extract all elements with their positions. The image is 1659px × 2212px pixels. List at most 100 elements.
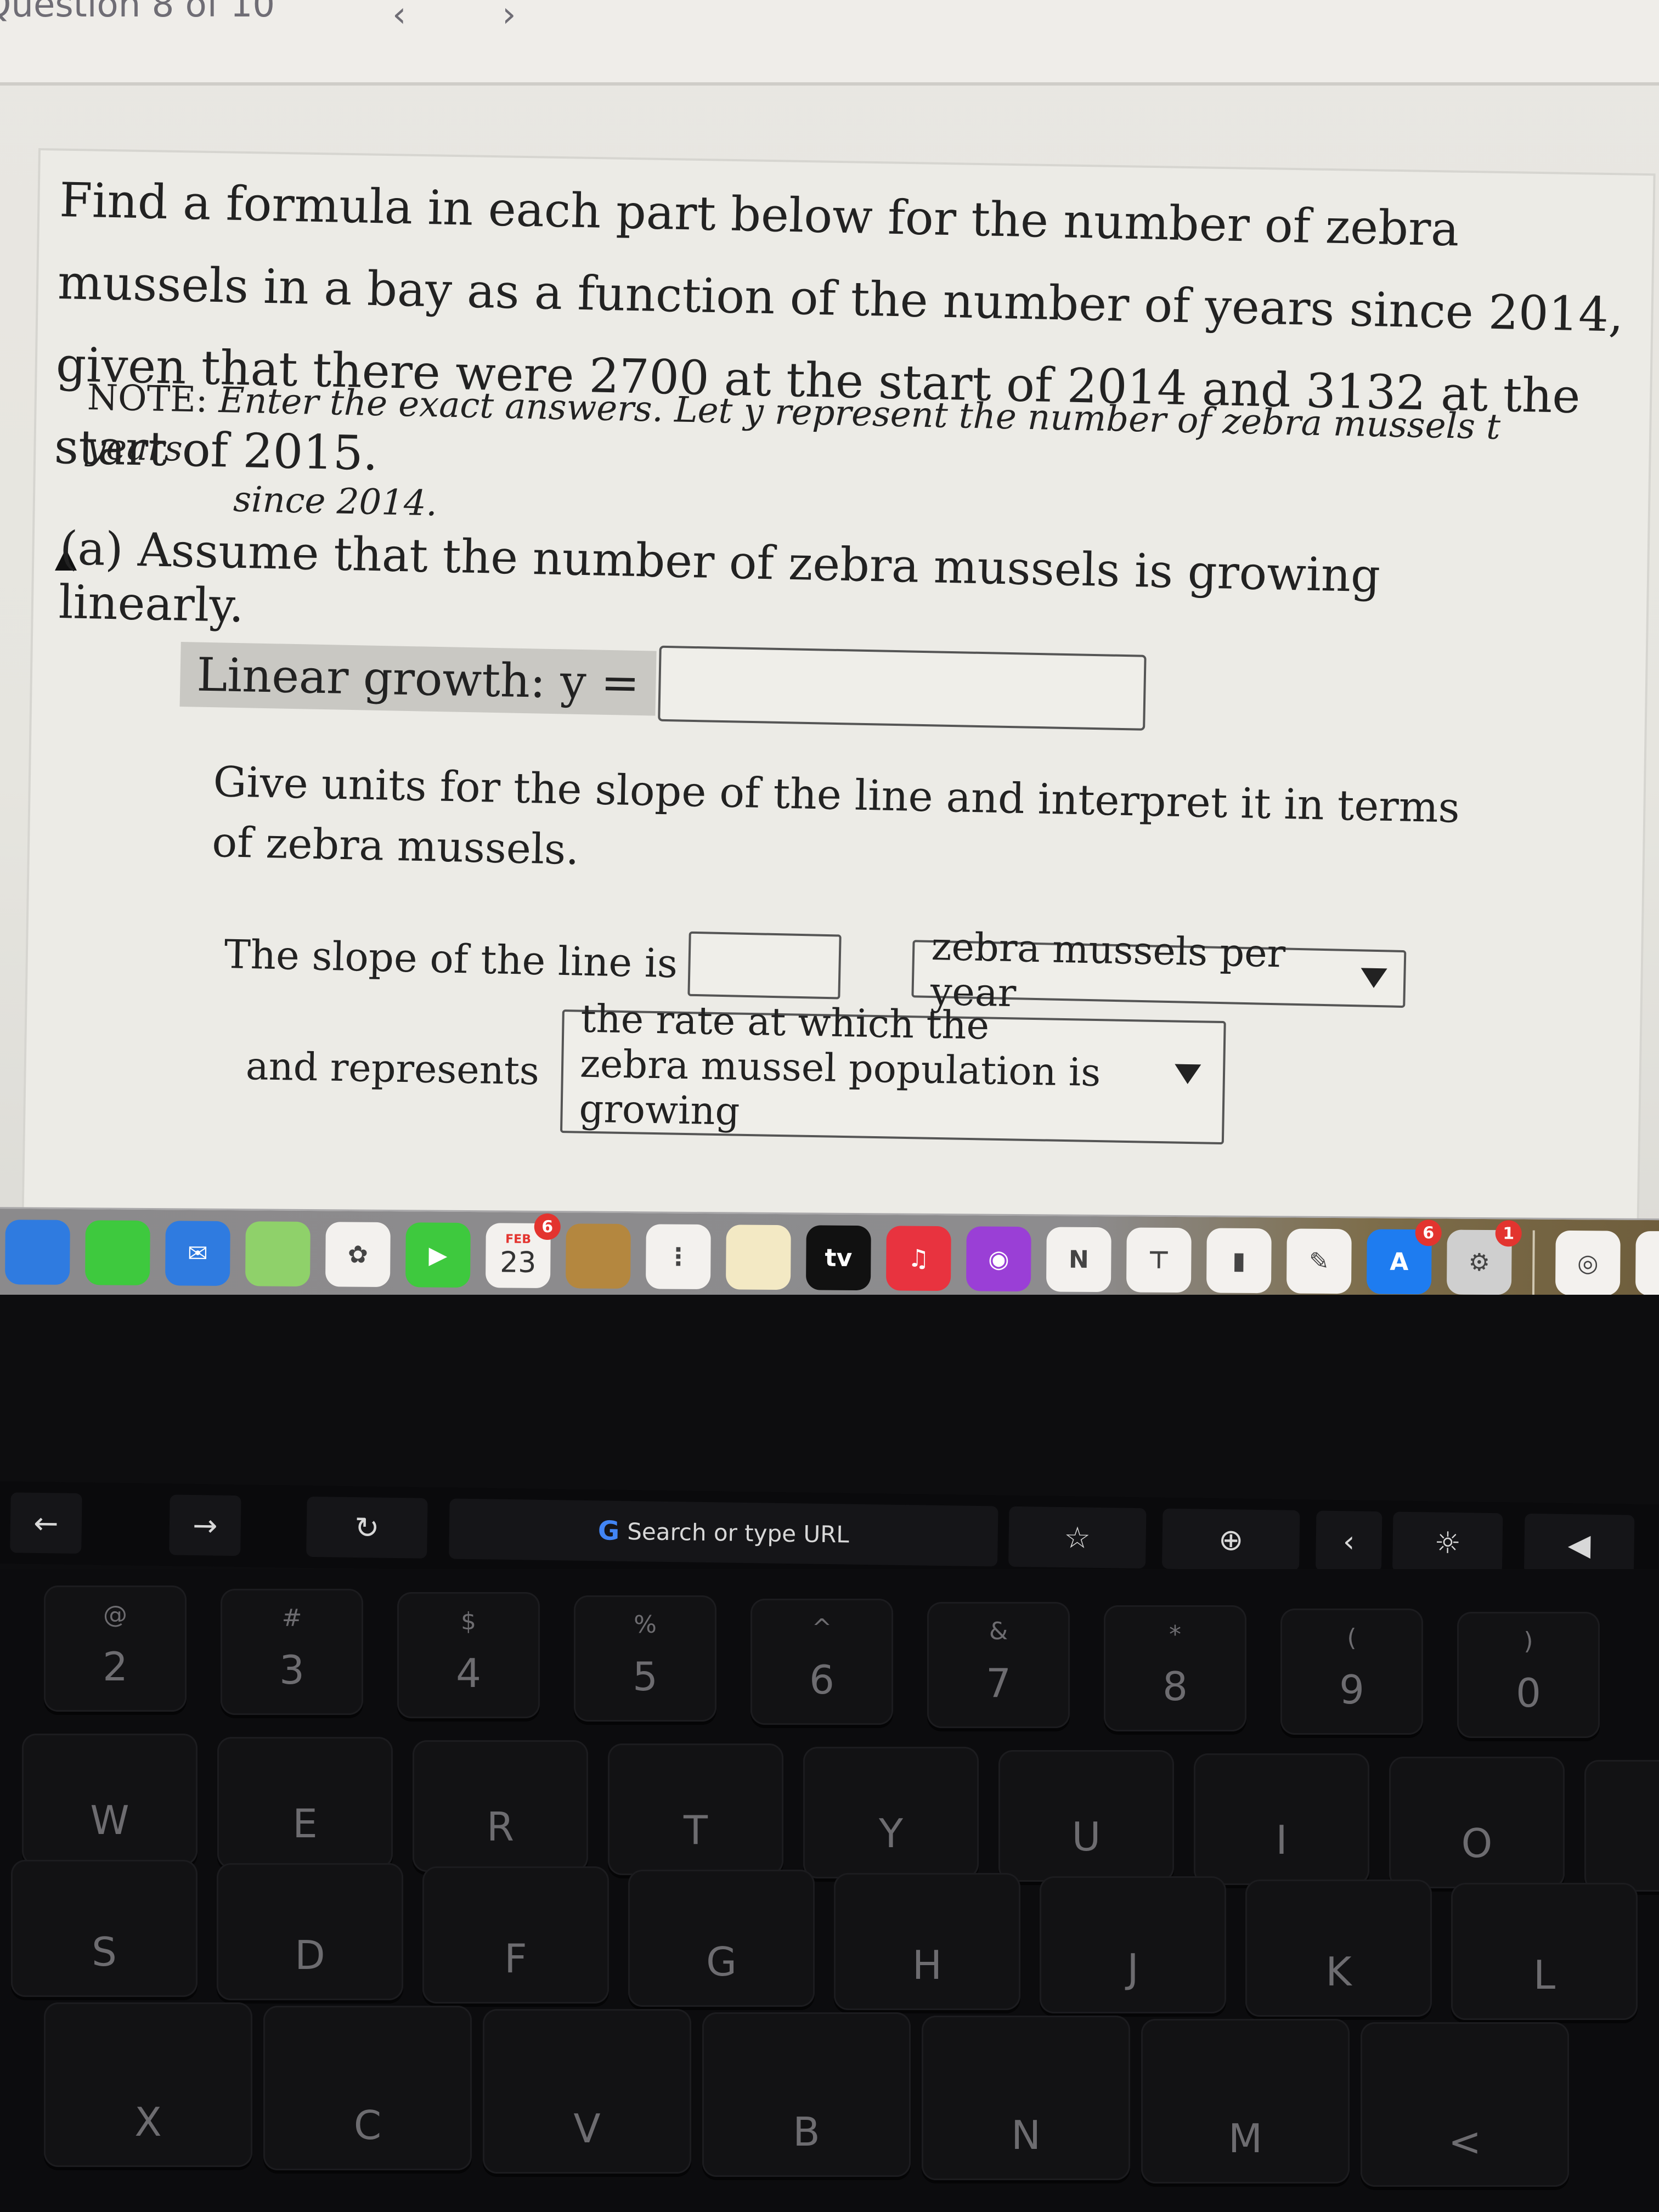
key-6[interactable]: ^ 6 (751, 1599, 893, 1725)
key-k[interactable]: K (1245, 1880, 1432, 2017)
control-strip-collapse-icon[interactable]: ‹ (1315, 1510, 1383, 1572)
key-label: L (1533, 1952, 1556, 1998)
key-f[interactable]: F (422, 1866, 609, 2004)
key-2[interactable]: @2 (44, 1585, 187, 1712)
volume-icon[interactable]: ◀ (1523, 1513, 1635, 1576)
key-label: I (1276, 1817, 1288, 1863)
app-store-glyph: A (1390, 1248, 1409, 1276)
key-l[interactable]: L (1451, 1883, 1638, 2020)
dock-podcasts-icon[interactable]: ◉ (966, 1226, 1031, 1292)
brightness-icon[interactable]: ☼ (1392, 1511, 1503, 1574)
dock-tv-icon[interactable]: tv (805, 1225, 871, 1291)
key-label: V (573, 2106, 601, 2152)
key-t[interactable]: T (608, 1743, 783, 1875)
dock-pages-icon[interactable]: ✎ (1286, 1228, 1352, 1294)
key-5[interactable]: % 5 (574, 1595, 716, 1722)
dock-keynote-icon[interactable]: ⊤ (1126, 1227, 1192, 1293)
facetime-glyph: ▶ (428, 1241, 448, 1269)
key-g[interactable]: G (628, 1870, 815, 2007)
reload-icon[interactable]: ↻ (306, 1496, 428, 1559)
dock-safari-icon[interactable] (5, 1220, 70, 1285)
dock-news-icon[interactable]: N (1046, 1227, 1111, 1293)
key-j[interactable]: J (1040, 1876, 1226, 2013)
key-9[interactable]: (9 (1280, 1609, 1423, 1735)
dock-facetime-icon[interactable]: ▶ (405, 1222, 471, 1288)
key-p[interactable]: P (1584, 1760, 1659, 1892)
key-label: 6 (809, 1657, 834, 1703)
photos-glyph: ✿ (347, 1240, 369, 1269)
slope-units-dropdown[interactable]: zebra mussels per year (911, 924, 1407, 1015)
forward-arrow-icon[interactable]: → (169, 1494, 241, 1556)
key-shift-symbol: $ (461, 1607, 476, 1635)
key-label: S (92, 1929, 117, 1975)
dock-calendar-icon[interactable]: FEB 23 6 (485, 1213, 561, 1289)
key-r[interactable]: R (413, 1740, 588, 1872)
touchbar-search-field[interactable]: G Search or type URL (449, 1498, 998, 1567)
key-label: C (353, 2102, 382, 2148)
key-4[interactable]: $4 (397, 1592, 540, 1718)
key-label: W (90, 1797, 129, 1843)
interpretation-dropdown[interactable]: the rate at which the zebra mussel popul… (560, 996, 1226, 1145)
key-y[interactable]: Y (803, 1747, 979, 1878)
key-3[interactable]: #3 (221, 1589, 363, 1715)
key-s[interactable]: S (11, 1860, 198, 1997)
key-d[interactable]: D (217, 1863, 403, 2000)
dock-reminders-icon[interactable]: ⋮ (645, 1224, 711, 1290)
key-i[interactable]: I (1194, 1753, 1369, 1885)
back-arrow-icon[interactable]: ← (10, 1492, 82, 1554)
key-w[interactable]: W (22, 1734, 198, 1865)
key-n[interactable]: N (922, 2016, 1130, 2180)
linear-growth-input[interactable] (658, 645, 1147, 731)
key-label: 8 (1163, 1663, 1188, 1709)
key-shift-symbol: * (1169, 1621, 1181, 1649)
key-x[interactable]: X (44, 2002, 252, 2167)
search-placeholder: Search or type URL (627, 1517, 850, 1548)
dock-teams-icon[interactable]: T (1635, 1231, 1659, 1295)
dock-maps-icon[interactable] (245, 1221, 311, 1287)
mail-glyph: ✉ (187, 1239, 208, 1268)
music-glyph: ♫ (907, 1244, 930, 1273)
key-v[interactable]: V (483, 2009, 691, 2174)
dropdown-caret-icon (1361, 968, 1388, 989)
dock-music-icon[interactable]: ♫ (885, 1226, 951, 1291)
previous-question-button[interactable]: ‹ (392, 0, 407, 35)
keyboard: @2#3$4%5^6&7*8(9)0WERTYUIOPSDFGHJKLXCVBN… (0, 1569, 1659, 2212)
key-label: 2 (103, 1644, 128, 1690)
bookmark-star-icon[interactable]: ☆ (1008, 1506, 1147, 1569)
dock-system-preferences-icon[interactable]: ⚙ 1 (1446, 1220, 1522, 1295)
dock-numbers-icon[interactable]: ▮ (1206, 1228, 1272, 1294)
dock-messages-icon[interactable] (85, 1220, 150, 1285)
key-8[interactable]: * 8 (1104, 1605, 1246, 1731)
key-h[interactable]: H (834, 1873, 1020, 2010)
dock-app-store-icon[interactable]: A6 (1366, 1220, 1442, 1295)
key-o[interactable]: O (1389, 1757, 1565, 1888)
key-7[interactable]: & 7 (927, 1602, 1070, 1728)
dock-mail-icon[interactable]: ✉ (165, 1221, 230, 1286)
dock-chrome-icon[interactable]: ◎ (1555, 1230, 1621, 1295)
key-label: H (912, 1942, 943, 1988)
dock-photos-icon[interactable]: ✿ (325, 1222, 391, 1288)
key-0[interactable]: ) 0 (1457, 1612, 1600, 1738)
dock-notes-icon[interactable] (725, 1224, 791, 1290)
question-counter: Question 8 of 10 (0, 0, 275, 25)
key-label: 7 (986, 1660, 1011, 1706)
key-m[interactable]: M (1141, 2019, 1350, 2183)
key-label: F (504, 1936, 527, 1982)
key-label: B (793, 2109, 820, 2155)
next-question-button[interactable]: › (502, 0, 516, 35)
key-u[interactable]: U (998, 1750, 1174, 1882)
key-shift-symbol: ) (1523, 1627, 1533, 1655)
key-b[interactable]: B (702, 2012, 911, 2177)
key-label: U (1071, 1814, 1101, 1860)
key-c[interactable]: C (263, 2006, 472, 2170)
slope-input[interactable] (687, 931, 842, 1000)
key-label: O (1461, 1820, 1493, 1866)
key-e[interactable]: E (217, 1737, 393, 1869)
key-<[interactable]: < (1361, 2022, 1569, 2187)
new-tab-icon[interactable]: ⊕ (1161, 1508, 1300, 1571)
key-shift-symbol: @ (103, 1601, 127, 1629)
slope-label: The slope of the line is (223, 930, 678, 987)
key-label: Y (879, 1810, 903, 1857)
dock-contacts-icon[interactable] (565, 1223, 631, 1289)
dock: ✉ ✿ ▶ FEB236 ⋮ tv ♫ ◉N⊤▮✎A6⚙1 ◎T (0, 1207, 1659, 1295)
